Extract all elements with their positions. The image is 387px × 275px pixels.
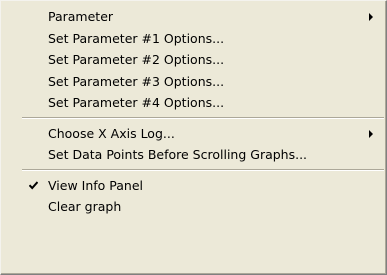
checkmark-icon — [29, 175, 43, 197]
menu-item-label: Set Parameter #3 Options... — [48, 73, 225, 89]
menu-item-label: Set Parameter #4 Options... — [48, 95, 225, 110]
menu-item-clear-graph[interactable]: Clear graph — [3, 196, 384, 218]
menu-separator — [3, 114, 384, 123]
menu-item-label: Set Data Points Before Scrolling Graphs.… — [48, 147, 308, 162]
menu-item-label: Set Parameter #2 Options... — [48, 52, 225, 67]
menu-item-set-parameter-3-options[interactable]: Set Parameter #3 Options... — [3, 71, 384, 93]
menu-item-set-parameter-2-options[interactable]: Set Parameter #2 Options... — [3, 49, 384, 71]
context-menu-items: Parameter Set Parameter #1 Options... Se… — [3, 6, 384, 218]
menu-item-label: Clear graph — [48, 199, 122, 214]
menu-item-parameter[interactable]: Parameter — [3, 6, 384, 28]
menu-item-label: Parameter — [48, 9, 114, 24]
submenu-arrow-icon — [369, 13, 374, 21]
menu-item-choose-x-axis-log[interactable]: Choose X Axis Log... — [3, 123, 384, 145]
menu-item-label: Set Parameter #1 Options... — [48, 30, 225, 46]
menu-item-view-info-panel[interactable]: View Info Panel — [3, 175, 384, 197]
menu-separator — [3, 166, 384, 175]
menu-item-set-data-points-before-scrolling[interactable]: Set Data Points Before Scrolling Graphs.… — [3, 144, 384, 166]
menu-item-label: Choose X Axis Log... — [48, 125, 175, 141]
menu-item-set-parameter-4-options[interactable]: Set Parameter #4 Options... — [3, 92, 384, 114]
menu-item-label: View Info Panel — [48, 177, 143, 193]
context-menu: Parameter Set Parameter #1 Options... Se… — [0, 0, 387, 275]
menu-item-set-parameter-1-options[interactable]: Set Parameter #1 Options... — [3, 28, 384, 50]
submenu-arrow-icon — [369, 129, 374, 138]
